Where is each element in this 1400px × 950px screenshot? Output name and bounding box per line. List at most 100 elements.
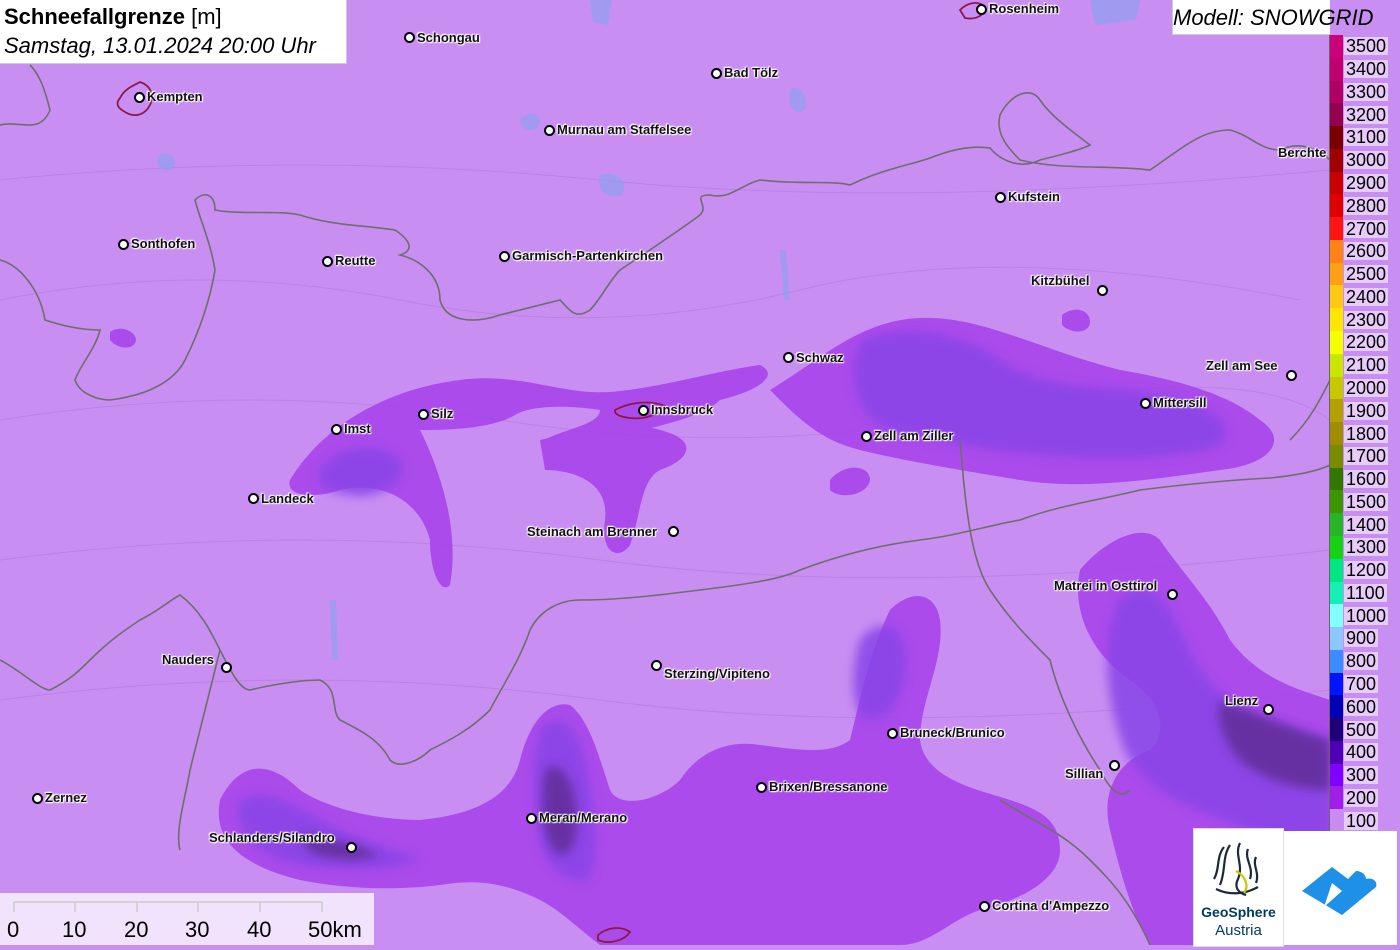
legend-label: 1200 <box>1344 560 1389 581</box>
snowfall-map[interactable] <box>0 0 1400 945</box>
legend-label: 900 <box>1344 628 1379 649</box>
legend-swatch <box>1329 308 1343 332</box>
snowgrid-logo <box>1284 831 1397 945</box>
legend-label: 2200 <box>1344 332 1389 353</box>
city-label-kempten: Kempten <box>147 89 203 104</box>
legend-label: 1800 <box>1344 423 1389 444</box>
city-label-imst: Imst <box>344 421 371 436</box>
legend-label: 1900 <box>1344 400 1389 421</box>
mountain-cloud-icon <box>1302 867 1377 915</box>
city-label-landeck: Landeck <box>261 491 314 506</box>
legend-swatch <box>1329 217 1343 241</box>
legend-swatch <box>1329 535 1343 560</box>
model-panel: Modell: SNOWGRID <box>1172 0 1374 35</box>
legend-label: 2600 <box>1344 241 1389 262</box>
legend-swatch <box>1329 604 1343 628</box>
legend-swatch <box>1329 399 1343 423</box>
legend-label: 400 <box>1344 742 1379 763</box>
legend-swatch <box>1329 194 1343 218</box>
legend-swatch <box>1329 376 1343 400</box>
legend-swatch <box>1329 763 1343 787</box>
map-datetime: Samstag, 13.01.2024 20:00 Uhr <box>4 33 316 58</box>
legend-label: 500 <box>1344 719 1379 740</box>
city-label-reutte: Reutte <box>335 253 376 268</box>
legend-label: 2400 <box>1344 286 1389 307</box>
legend-swatch <box>1329 285 1343 309</box>
city-dot <box>651 660 662 671</box>
city-dot <box>756 782 767 793</box>
legend-swatch <box>1329 80 1343 104</box>
city-label-zell-am-see: Zell am See <box>1206 358 1278 373</box>
legend-swatch <box>1329 171 1343 195</box>
city-label-kufstein: Kufstein <box>1008 189 1060 204</box>
legend-swatch <box>1329 695 1343 719</box>
legend-swatch <box>1329 444 1343 469</box>
model-name: Modell: SNOWGRID <box>1173 5 1374 30</box>
city-label-bad-toelz: Bad Tölz <box>724 65 779 80</box>
city-dot <box>1263 704 1274 715</box>
title-unit: [m] <box>191 4 222 29</box>
legend-label: 1300 <box>1344 537 1389 558</box>
city-dot <box>1140 398 1151 409</box>
city-label-zell-am-ziller: Zell am Ziller <box>874 428 954 443</box>
legend-label: 3300 <box>1344 81 1389 102</box>
legend-swatch <box>1329 627 1343 651</box>
legend-label: 3400 <box>1344 59 1389 80</box>
city-label-garmisch: Garmisch-Partenkirchen <box>512 248 664 263</box>
legend-label: 700 <box>1344 673 1379 694</box>
legend-label: 3000 <box>1344 150 1389 171</box>
scale-label: 10 <box>62 917 87 942</box>
legend-swatch <box>1329 490 1343 514</box>
legend-label: 1000 <box>1344 605 1389 626</box>
legend-swatch <box>1329 126 1343 150</box>
city-label-meran: Meran/Merano <box>539 810 628 825</box>
city-label-bruneck: Bruneck/Brunico <box>900 725 1005 740</box>
legend-swatch <box>1329 581 1343 605</box>
city-label-innsbruck: Innsbruck <box>651 402 714 417</box>
title-panel: Schneefallgrenze [m] Samstag, 13.01.2024… <box>0 0 347 64</box>
legend-label: 2300 <box>1344 309 1389 330</box>
legend-label: 2900 <box>1344 173 1389 193</box>
city-dot <box>221 662 232 673</box>
legend-swatch <box>1329 331 1343 355</box>
legend-swatch <box>1329 740 1343 765</box>
legend-label: 2000 <box>1344 377 1389 398</box>
legend-swatch <box>1329 558 1343 582</box>
city-label-schlanders: Schlanders/Silandro <box>209 830 335 845</box>
city-label-nauders: Nauders <box>162 652 215 667</box>
city-dot <box>32 793 43 804</box>
city-dot <box>668 526 679 537</box>
city-dot <box>331 424 342 435</box>
city-dot <box>995 192 1006 203</box>
legend-label: 100 <box>1344 810 1379 831</box>
legend-swatch <box>1329 148 1343 173</box>
city-dot <box>711 68 722 79</box>
scale-label: 30 <box>185 917 210 942</box>
legend-swatch <box>1329 103 1343 127</box>
legend-swatch <box>1329 262 1343 286</box>
city-dot <box>976 4 987 15</box>
austria-text: Austria <box>1215 922 1262 939</box>
city-dot <box>544 125 555 136</box>
legend-swatch <box>1329 467 1343 491</box>
city-label-kitzbuehel: Kitzbühel <box>1031 273 1090 288</box>
scale-bar-panel: 0 10 20 30 40 50km <box>0 893 374 945</box>
city-dot <box>979 901 990 912</box>
geosphere-emblem-icon <box>1213 842 1259 897</box>
legend-swatch <box>1329 786 1343 810</box>
legend-swatch <box>1329 672 1343 696</box>
city-label-berchtesgaden: Berchte <box>1278 145 1327 160</box>
city-dot <box>638 405 649 416</box>
city-label-cortina: Cortina d'Ampezzo <box>992 898 1110 913</box>
title-main: Schneefallgrenze <box>4 4 185 29</box>
city-label-schwaz: Schwaz <box>796 350 844 365</box>
city-dot <box>404 32 415 43</box>
geosphere-logo: GeoSphere Austria <box>1193 828 1284 947</box>
scale-label: 50km <box>308 917 362 942</box>
city-dot <box>499 251 510 262</box>
legend-swatch <box>1329 513 1343 537</box>
city-label-sillian: Sillian <box>1065 766 1104 781</box>
legend-label: 2500 <box>1344 264 1389 285</box>
legend-label: 600 <box>1344 696 1379 717</box>
color-legend: 3500 3400 3300 3200 3100 3000 2900 2800 2700 2600… <box>1329 35 1400 833</box>
